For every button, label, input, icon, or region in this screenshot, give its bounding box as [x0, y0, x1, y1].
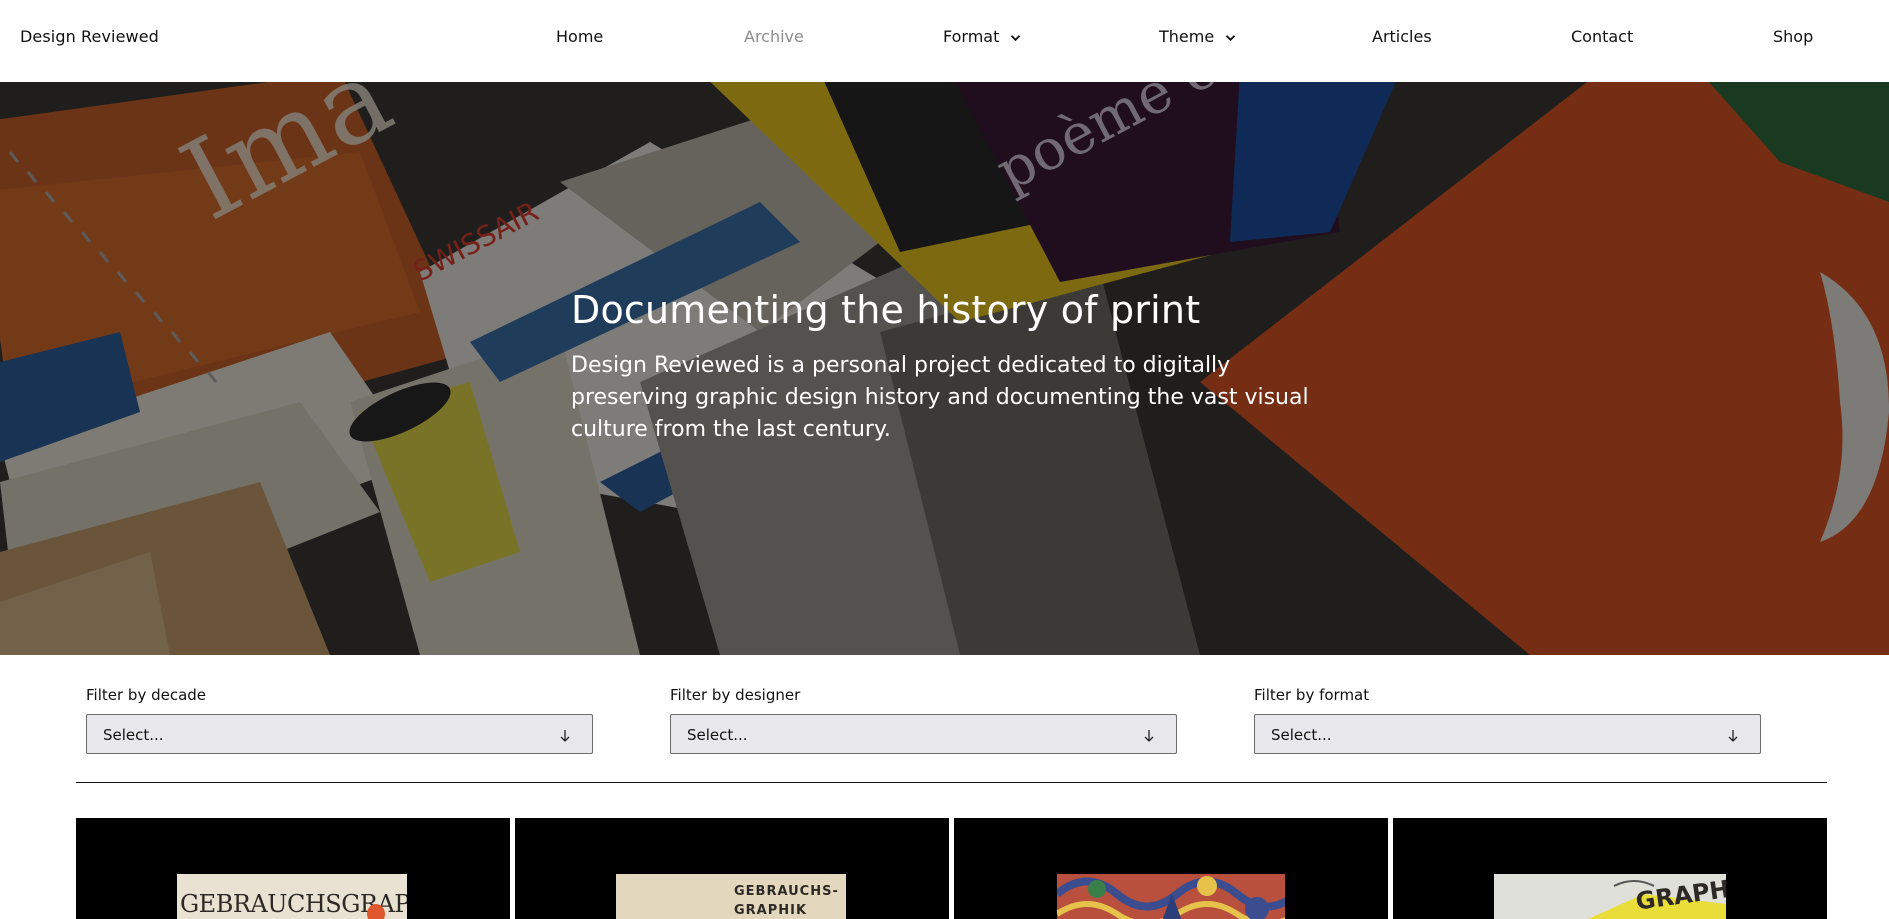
designer-select-value: Select... [687, 726, 748, 744]
nav-contact-label: Contact [1571, 27, 1634, 46]
nav-archive-label: Archive [744, 27, 804, 46]
decade-select-value: Select... [103, 726, 164, 744]
nav-home[interactable]: Home [556, 27, 603, 46]
cover-illustration [1057, 874, 1285, 919]
archive-card[interactable]: GRAPHIK [1393, 818, 1827, 919]
magazine-cover-image: GEBRAUCHSGRAPHIK [177, 874, 407, 919]
chevron-down-icon [1010, 34, 1021, 42]
site-header: Design Reviewed Home Archive Format Them… [0, 0, 1889, 82]
archive-card[interactable]: GEBRAUCHSGRAPHIK [76, 818, 510, 919]
filter-format-label: Filter by format [1254, 686, 1370, 704]
format-select[interactable]: Select... [1254, 714, 1761, 754]
hero-subtitle: Design Reviewed is a personal project de… [571, 353, 1309, 442]
arrow-down-icon [560, 728, 570, 747]
nav-shop[interactable]: Shop [1773, 27, 1813, 46]
magazine-cover-image: GRAPHIK [1494, 874, 1726, 919]
designer-select[interactable]: Select... [670, 714, 1177, 754]
filter-designer: Filter by designer Select... [670, 687, 1177, 754]
nav-format-label: Format [943, 27, 1000, 46]
filter-format: Filter by format Select... [1254, 687, 1761, 754]
filter-decade-label: Filter by decade [86, 686, 207, 704]
filter-decade: Filter by decade Select... [86, 687, 593, 754]
nav-contact[interactable]: Contact [1571, 27, 1633, 46]
cover-graphic [367, 904, 385, 919]
hero-banner: Ima SWISSAIR poème élec Documenting the … [0, 82, 1889, 655]
nav-archive[interactable]: Archive [744, 27, 804, 46]
archive-card[interactable]: GEBRAUCHS- GRAPHIK [515, 818, 949, 919]
nav-home-label: Home [556, 27, 604, 46]
cover-title: GEBRAUCHS- [734, 884, 839, 899]
chevron-down-icon [1225, 34, 1236, 42]
arrow-down-icon [1144, 728, 1154, 747]
decade-select[interactable]: Select... [86, 714, 593, 754]
archive-card[interactable] [954, 818, 1388, 919]
filter-designer-label: Filter by designer [670, 686, 801, 704]
cover-title-line2: GRAPHIK [734, 903, 808, 918]
section-divider [76, 782, 1827, 783]
nav-theme[interactable]: Theme [1159, 27, 1236, 46]
hero-title: Documenting the history of print [571, 288, 1201, 332]
nav-format[interactable]: Format [943, 27, 1021, 46]
site-brand[interactable]: Design Reviewed [20, 27, 159, 46]
nav-articles-label: Articles [1372, 27, 1432, 46]
magazine-cover-image: GEBRAUCHS- GRAPHIK [616, 874, 846, 919]
magazine-cover-image [1057, 874, 1285, 919]
nav-articles[interactable]: Articles [1372, 27, 1432, 46]
nav-shop-label: Shop [1773, 27, 1814, 46]
format-select-value: Select... [1271, 726, 1332, 744]
nav-theme-label: Theme [1159, 27, 1215, 46]
arrow-down-icon [1728, 728, 1738, 747]
